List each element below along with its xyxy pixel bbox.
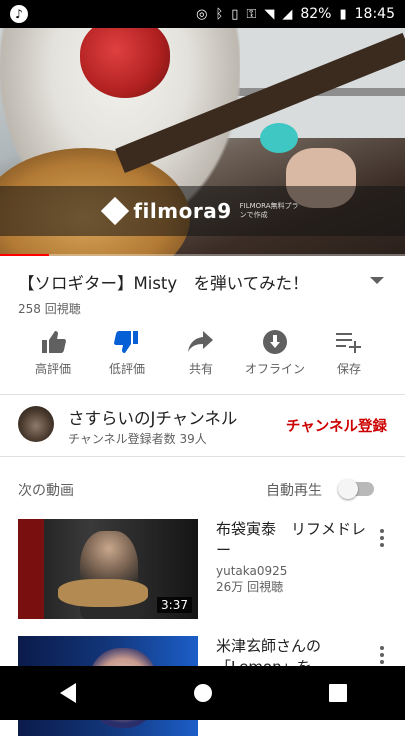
download-icon: [261, 328, 289, 356]
chevron-down-icon[interactable]: [370, 277, 384, 284]
status-bar: ♪ ◎ ᛒ ▯ ⚿ ◥ ◢ 82% ▮ 18:45: [0, 0, 405, 28]
like-label: 高評価: [34, 362, 71, 376]
autoplay-toggle-knob: [338, 479, 358, 499]
battery-icon: ▮: [339, 6, 347, 22]
data-saver-icon: ◎: [196, 6, 208, 22]
share-icon: [187, 328, 215, 356]
dislike-button[interactable]: 低評価: [90, 328, 164, 384]
signal-icon: ◢: [282, 6, 293, 22]
back-icon: [59, 683, 76, 703]
status-icons: ◎ ᛒ ▯ ⚿ ◥ ◢ 82% ▮ 18:45: [196, 0, 395, 28]
up-next-label: 次の動画: [18, 483, 74, 499]
navigation-bar: [0, 666, 405, 720]
home-button[interactable]: [173, 673, 233, 713]
wifi-icon: ◥: [264, 6, 275, 22]
recents-button[interactable]: [308, 673, 368, 713]
view-count: 258 回視聴: [18, 302, 81, 316]
action-row: 高評価 低評価 共有 オフライン 保存: [0, 328, 405, 384]
watermark-note: FILMORA無料プランで作成: [239, 202, 299, 219]
channel-name[interactable]: さすらいのJチャンネル: [68, 405, 237, 429]
channel-avatar[interactable]: [18, 406, 54, 442]
offline-button[interactable]: オフライン: [238, 328, 312, 384]
recommended-title[interactable]: 布袋寅泰 リフメドレー: [216, 519, 366, 561]
clock: 18:45: [354, 6, 395, 22]
more-options-icon[interactable]: [380, 646, 384, 664]
channel-row[interactable]: さすらいのJチャンネル チャンネル登録者数 39人 チャンネル登録: [0, 395, 405, 455]
save-label: 保存: [336, 362, 361, 376]
subscribe-button[interactable]: チャンネル登録: [286, 415, 387, 436]
video-title: 【ソロギター】Misty を弾いてみた！: [18, 274, 309, 293]
music-note-icon: ♪: [10, 5, 28, 23]
share-button[interactable]: 共有: [164, 328, 238, 384]
key-icon: ⚿: [246, 6, 257, 22]
filmora-logo-icon: [101, 196, 130, 226]
recommended-video[interactable]: 3:37 布袋寅泰 リフメドレー yutaka0925 26万 回視聴: [0, 519, 405, 629]
back-button[interactable]: [38, 673, 98, 713]
add-to-playlist-icon: [335, 328, 363, 356]
video-progress-bar[interactable]: [0, 254, 405, 256]
recommended-views: 26万 回視聴: [216, 580, 284, 594]
like-button[interactable]: 高評価: [16, 328, 90, 384]
autoplay-toggle[interactable]: [338, 479, 374, 499]
divider: [0, 456, 405, 457]
thumbnail-guitar: [58, 579, 148, 607]
thumbs-up-icon: [39, 328, 67, 356]
share-label: 共有: [188, 362, 213, 376]
filmora-watermark: filmora9 FILMORA無料プランで作成: [0, 186, 405, 236]
video-progress-fill: [0, 254, 49, 256]
thumbs-down-icon: [113, 328, 141, 356]
watermark-brand: filmora9: [133, 199, 232, 223]
dislike-label: 低評価: [108, 362, 145, 376]
recents-icon: [328, 684, 347, 702]
recommended-channel: yutaka0925: [216, 564, 288, 578]
video-object: [260, 123, 298, 153]
video-thumbnail[interactable]: 3:37: [18, 519, 198, 619]
autoplay-label: 自動再生: [266, 483, 322, 499]
home-icon: [193, 684, 212, 702]
video-duration: 3:37: [157, 597, 192, 613]
save-button[interactable]: 保存: [312, 328, 386, 384]
subscriber-count: チャンネル登録者数 39人: [68, 432, 207, 446]
more-options-icon[interactable]: [380, 529, 384, 547]
vibrate-icon: ▯: [231, 6, 239, 22]
offline-label: オフライン: [244, 362, 305, 376]
thumbnail-red-panel: [18, 519, 44, 619]
video-player[interactable]: filmora9 FILMORA無料プランで作成: [0, 28, 405, 256]
battery-percent: 82%: [300, 6, 332, 22]
bluetooth-icon: ᛒ: [215, 6, 224, 22]
